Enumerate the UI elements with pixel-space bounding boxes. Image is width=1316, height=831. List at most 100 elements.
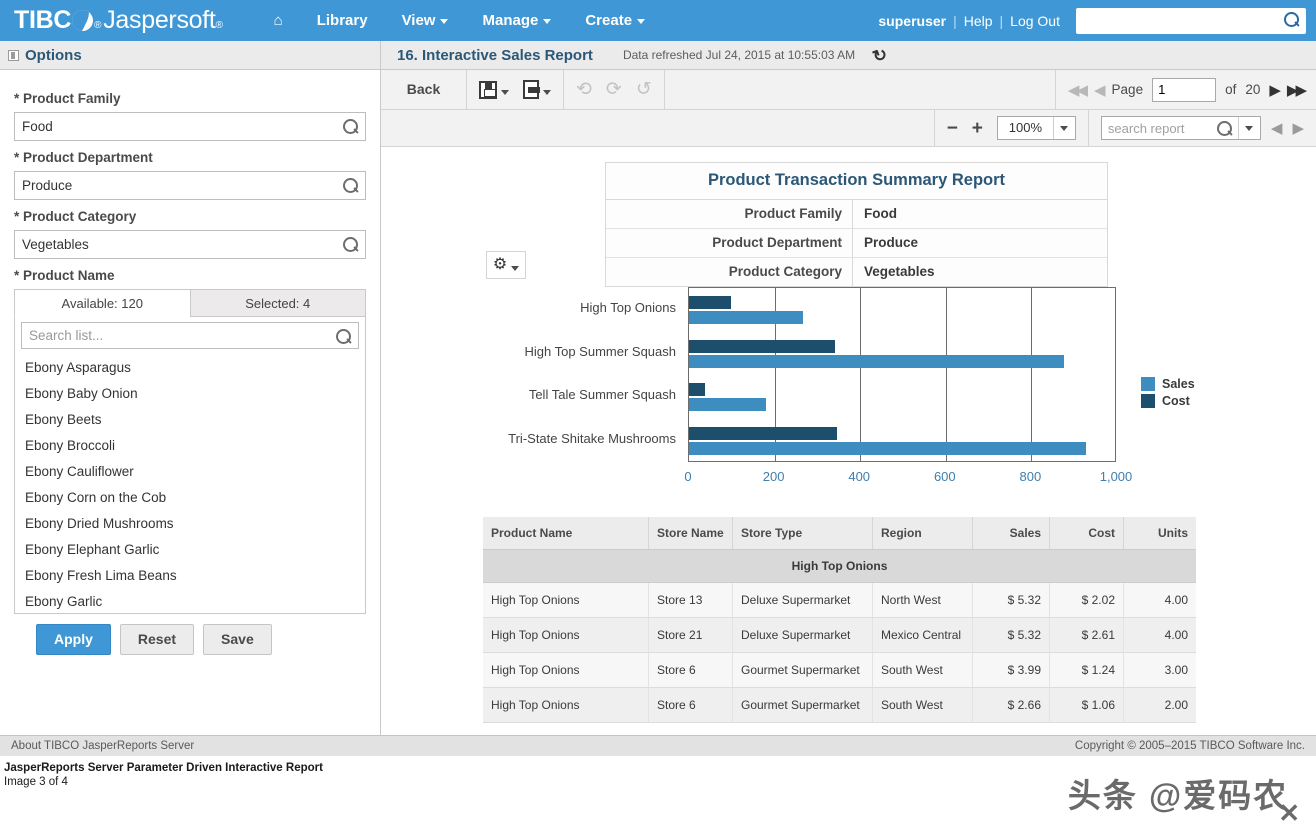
help-link[interactable]: Help	[964, 13, 993, 29]
list-item[interactable]: Ebony Beets	[15, 407, 365, 433]
zoom-level-select[interactable]: 100%	[996, 116, 1076, 140]
list-item[interactable]: Ebony Elephant Garlic	[15, 537, 365, 563]
list-item[interactable]: Ebony Dried Mushrooms	[15, 511, 365, 537]
product-department-input[interactable]	[15, 172, 365, 199]
export-report-button[interactable]	[523, 80, 551, 99]
product-name-list[interactable]: Ebony Asparagus Ebony Baby Onion Ebony B…	[15, 353, 365, 613]
page-number-input[interactable]	[1152, 77, 1217, 102]
gear-icon: ⚙	[492, 256, 508, 273]
chart-x-tick-label: 0	[684, 469, 692, 484]
pagination-controls: ◀◀ ◀ Page of 20 ▶ ▶▶	[1056, 77, 1316, 102]
chart-category-labels: High Top Onions High Top Summer Squash Tel…	[456, 287, 684, 462]
chart-bar-sales[interactable]	[689, 354, 1064, 368]
cell-cost: $ 2.02	[1050, 583, 1124, 617]
nav-manage[interactable]: Manage	[465, 0, 568, 41]
chart-bar-sales[interactable]	[689, 442, 1087, 456]
reset-button[interactable]: Reset	[119, 624, 195, 655]
chart-plot-area	[688, 287, 1116, 462]
list-search-field[interactable]	[21, 322, 359, 349]
chart-bar-cost[interactable]	[689, 383, 706, 397]
nav-manage-label: Manage	[482, 12, 539, 29]
cell-units: 4.00	[1164, 628, 1188, 642]
search-icon[interactable]	[342, 118, 359, 135]
cell-sales: $ 3.99	[973, 653, 1050, 687]
list-item[interactable]: Ebony Cauliflower	[15, 459, 365, 485]
chevron-down-icon	[501, 90, 509, 95]
zoom-level-value: 100%	[1008, 120, 1043, 135]
back-button[interactable]: Back	[381, 70, 467, 109]
chart-bar-cost[interactable]	[689, 339, 835, 353]
report-search-input[interactable]	[1101, 117, 1212, 139]
summary-value: Produce	[864, 235, 919, 250]
total-pages-label: 20	[1245, 82, 1261, 97]
search-next-icon[interactable]: ▶	[1292, 119, 1304, 137]
revert-icon[interactable]: ↺	[636, 80, 652, 99]
list-item[interactable]: Ebony Asparagus	[15, 355, 365, 381]
save-button[interactable]: Save	[203, 624, 272, 655]
chart-bar-cost[interactable]	[689, 427, 837, 441]
chart-x-tick-label: 1,000	[1099, 469, 1133, 484]
list-item[interactable]: Ebony Baby Onion	[15, 381, 365, 407]
save-report-button[interactable]	[479, 80, 509, 99]
zoom-out-button[interactable]: −	[947, 119, 958, 138]
toolbar-spacer	[665, 70, 1056, 109]
chart-category-label: Tri-State Shitake Mushrooms	[508, 431, 676, 447]
about-link[interactable]: About TIBCO JasperReports Server	[11, 740, 194, 752]
top-right-area: superuser | Help | Log Out	[878, 0, 1316, 41]
first-page-icon[interactable]: ◀◀	[1068, 81, 1088, 99]
list-item[interactable]: Ebony Corn on the Cob	[15, 485, 365, 511]
chart-x-tick-label: 200	[762, 469, 785, 484]
search-icon[interactable]	[335, 328, 352, 345]
transactions-table: Product Name Store Name Store Type Regio…	[483, 517, 1196, 723]
report-search-box[interactable]	[1100, 116, 1261, 140]
global-search[interactable]	[1076, 7, 1306, 34]
next-page-icon[interactable]: ▶	[1269, 81, 1280, 99]
apply-button[interactable]: Apply	[36, 624, 111, 655]
product-category-input[interactable]	[15, 231, 365, 258]
legend-label-sales: Sales	[1162, 377, 1195, 391]
undo-icon[interactable]: ⟲	[576, 80, 592, 99]
report-panel: 16. Interactive Sales Report Data refres…	[381, 41, 1316, 735]
chart-gridline	[945, 288, 947, 461]
nav-library[interactable]: Library	[300, 0, 385, 41]
list-item[interactable]: Ebony Garlic	[15, 589, 365, 613]
cell-sales: $ 5.32	[973, 583, 1050, 617]
search-prev-icon[interactable]: ◀	[1271, 119, 1283, 137]
last-page-icon[interactable]: ▶▶	[1287, 81, 1307, 99]
table-row: High Top Onions Store 6 Gourmet Supermar…	[483, 688, 1196, 723]
chart-bar-sales[interactable]	[689, 398, 767, 412]
zoom-in-button[interactable]: +	[972, 119, 983, 138]
product-department-field[interactable]	[14, 171, 366, 200]
close-icon[interactable]: ✕	[1278, 798, 1302, 829]
chart-settings-button[interactable]: ⚙	[486, 251, 526, 279]
nav-create[interactable]: Create	[568, 0, 662, 41]
product-family-input[interactable]	[15, 113, 365, 140]
search-options-dropdown[interactable]	[1237, 117, 1260, 139]
search-icon[interactable]	[1283, 11, 1300, 28]
tab-selected[interactable]: Selected: 4	[189, 289, 366, 317]
product-family-field[interactable]	[14, 112, 366, 141]
chart-bar-cost[interactable]	[689, 295, 732, 309]
logout-link[interactable]: Log Out	[1010, 13, 1060, 29]
product-category-field[interactable]	[14, 230, 366, 259]
nav-home-icon[interactable]: ⌂	[257, 0, 300, 41]
chart-gridline	[1031, 288, 1033, 461]
chart-bar-sales[interactable]	[689, 310, 804, 324]
cell-region: North West	[873, 583, 973, 617]
search-icon[interactable]	[1212, 117, 1238, 139]
collapse-icon[interactable]	[8, 49, 19, 61]
cell-store-name: Store 6	[649, 688, 733, 722]
search-icon[interactable]	[342, 177, 359, 194]
nav-view[interactable]: View	[385, 0, 466, 41]
prev-page-icon[interactable]: ◀	[1094, 81, 1105, 99]
list-item[interactable]: Ebony Broccoli	[15, 433, 365, 459]
chevron-down-icon[interactable]	[1052, 117, 1075, 139]
global-search-input[interactable]	[1076, 7, 1306, 34]
redo-icon[interactable]: ⟳	[606, 80, 622, 99]
list-search-input[interactable]	[22, 323, 358, 348]
refresh-icon[interactable]: ↻	[870, 44, 890, 67]
tab-available[interactable]: Available: 120	[14, 289, 190, 317]
list-item[interactable]: Ebony Fresh Lima Beans	[15, 563, 365, 589]
watermark-text: 头条 @爱码农	[1067, 777, 1289, 814]
search-icon[interactable]	[342, 236, 359, 253]
